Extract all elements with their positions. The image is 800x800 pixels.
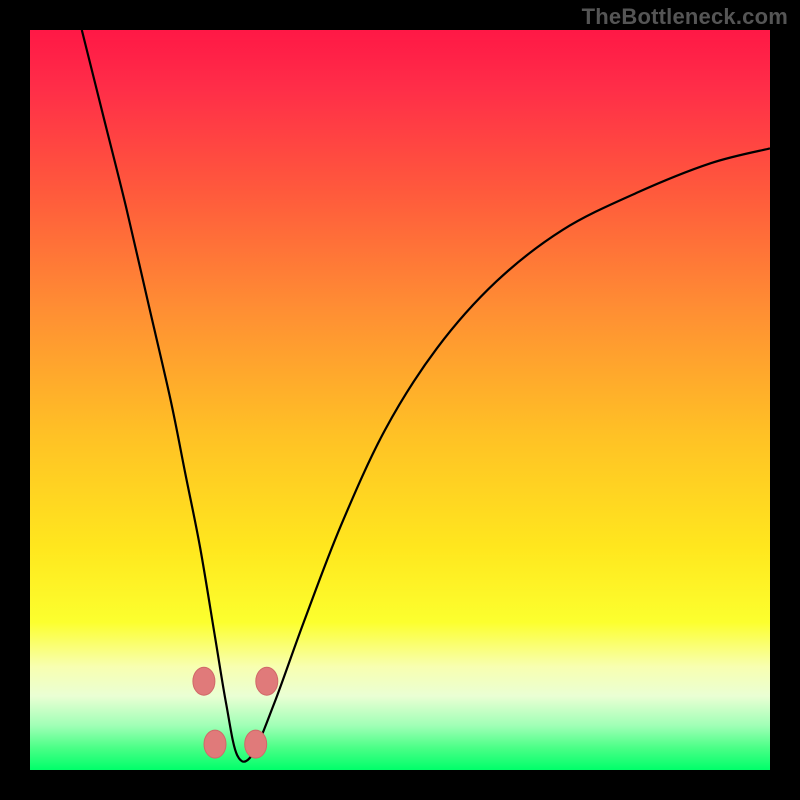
curve-marker-2 xyxy=(204,730,226,758)
plot-area xyxy=(30,30,770,770)
curve-marker-1 xyxy=(256,667,278,695)
marker-group xyxy=(193,667,278,758)
bottleneck-curve xyxy=(82,30,770,762)
chart-frame: TheBottleneck.com xyxy=(0,0,800,800)
chart-svg xyxy=(30,30,770,770)
curve-marker-0 xyxy=(193,667,215,695)
curve-marker-3 xyxy=(245,730,267,758)
watermark-text: TheBottleneck.com xyxy=(582,4,788,30)
